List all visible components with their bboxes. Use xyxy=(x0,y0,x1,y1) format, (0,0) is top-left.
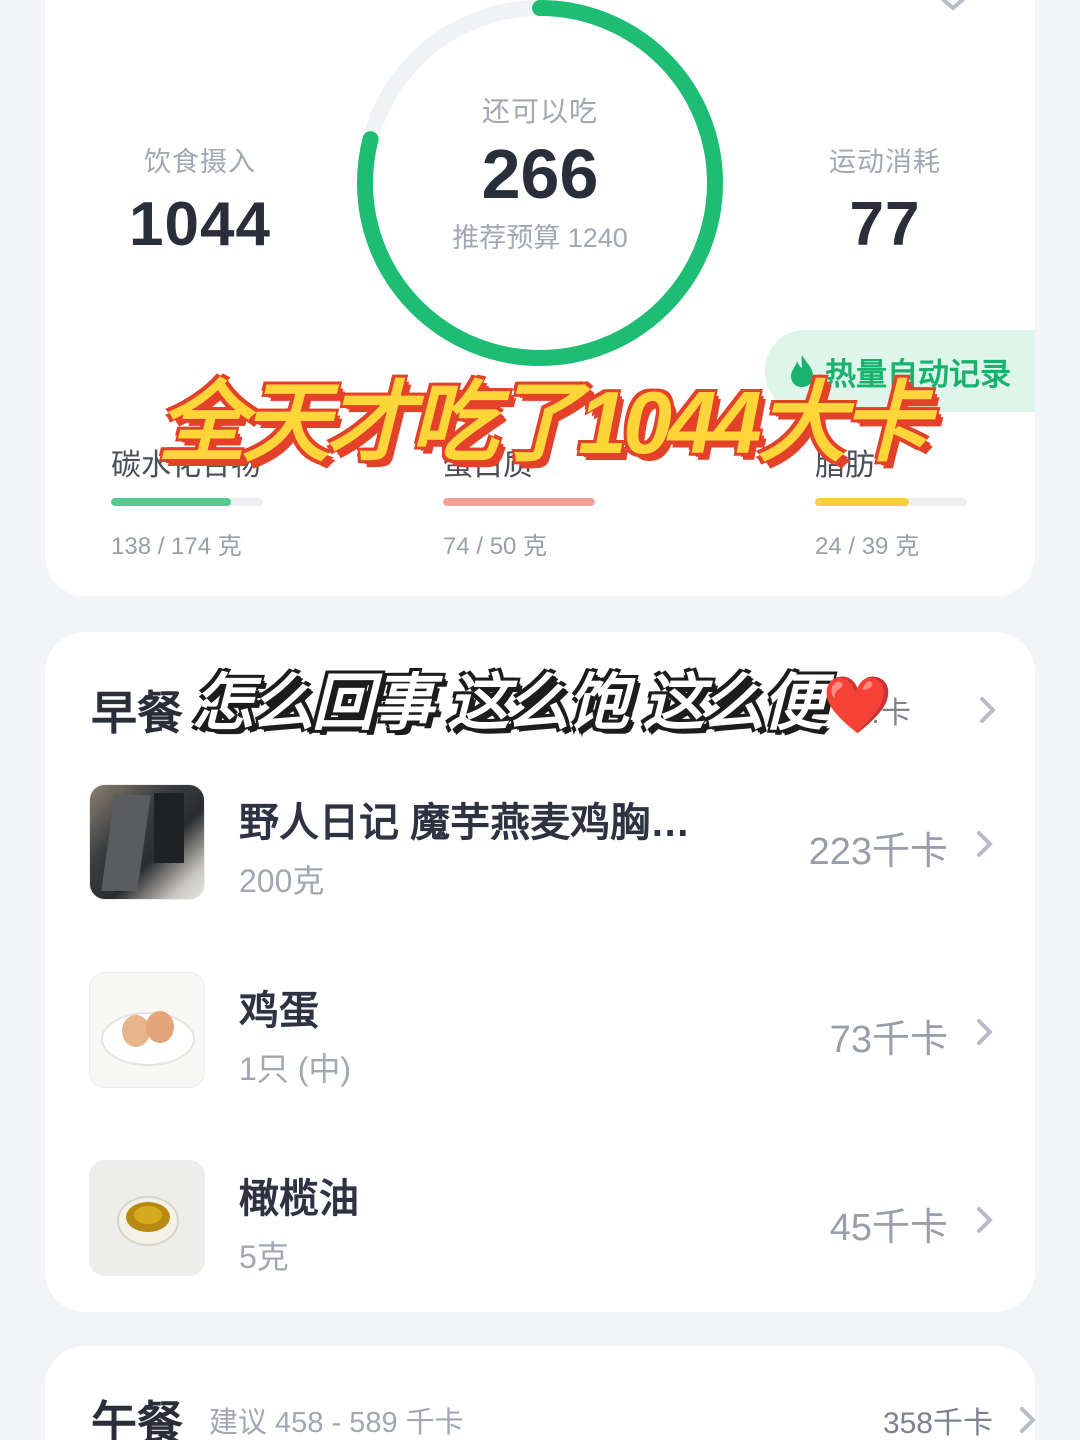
intake-label: 饮食摄入 xyxy=(144,147,256,177)
food-name: 野人日记 魔芋燕麦鸡胸… xyxy=(239,801,691,845)
summary-card: 饮食摄入 1044 还可以吃 266 推荐预算 1240 运动消耗 77 热量自… xyxy=(45,0,1035,596)
burn-label: 运动消耗 xyxy=(829,147,941,177)
food-kcal: 45千卡 xyxy=(829,1207,948,1249)
macro-protein-track xyxy=(443,498,595,506)
macro-fat-track xyxy=(815,498,967,506)
food-kcal: 223千卡 xyxy=(808,831,948,873)
macro-carbs-fill xyxy=(111,498,232,506)
intake-value: 1044 xyxy=(129,190,271,259)
lunch-header[interactable]: 午餐 建议 458 - 589 千卡 358千卡 xyxy=(91,1390,1036,1440)
close-icon[interactable] xyxy=(935,0,971,12)
lunch-card: 午餐 建议 458 - 589 千卡 358千卡 xyxy=(45,1346,1036,1440)
macro-protein-fill xyxy=(443,498,595,506)
subline-overlay: 怎么回事 这么饱 这么便❤️ xyxy=(192,652,992,742)
remaining-value: 266 xyxy=(481,135,599,213)
subline-text: 怎么回事 这么饱 这么便 xyxy=(192,669,824,738)
remaining-label: 还可以吃 xyxy=(481,96,598,127)
food-amount: 5克 xyxy=(239,1239,289,1275)
food-item[interactable]: 野人日记 魔芋燕麦鸡胸… 200克 223千卡 xyxy=(89,784,994,904)
food-amount: 200克 xyxy=(239,863,325,899)
macro-carbs-amount: 138 / 174 克 xyxy=(111,533,242,560)
food-name: 鸡蛋 xyxy=(239,989,319,1033)
chevron-right-icon xyxy=(977,1019,993,1045)
macro-fat-fill xyxy=(815,498,910,506)
intake-stat[interactable]: 饮食摄入 1044 xyxy=(105,140,295,260)
chevron-right-icon xyxy=(977,1207,993,1233)
budget-text: 推荐预算 1240 xyxy=(452,223,628,253)
chevron-right-icon xyxy=(1020,1407,1036,1433)
egg-thumb xyxy=(89,972,205,1088)
food-amount: 1只 (中) xyxy=(239,1051,352,1087)
lunch-suggest: 建议 458 - 589 千卡 xyxy=(209,1407,464,1439)
chevron-right-icon xyxy=(977,831,993,857)
lunch-title: 午餐 xyxy=(91,1397,183,1440)
packaged-food-thumb xyxy=(89,784,205,900)
food-name: 橄榄油 xyxy=(239,1177,359,1221)
food-item[interactable]: 橄榄油 5克 45千卡 xyxy=(89,1160,994,1280)
breakfast-title: 早餐 xyxy=(91,687,183,739)
food-kcal: 73千卡 xyxy=(829,1019,948,1061)
burn-stat[interactable]: 运动消耗 77 xyxy=(785,140,985,260)
food-item[interactable]: 鸡蛋 1只 (中) 73千卡 xyxy=(89,972,994,1092)
egg-illustration xyxy=(101,1011,195,1066)
heart-emoji: ❤️ xyxy=(822,673,892,736)
package-stripe xyxy=(101,795,151,891)
macro-protein-amount: 74 / 50 克 xyxy=(443,533,548,560)
olive-oil-thumb xyxy=(89,1160,205,1276)
package-label xyxy=(154,793,184,863)
remaining-calories[interactable]: 还可以吃 266 推荐预算 1240 xyxy=(400,90,680,255)
macro-carbs-track xyxy=(111,498,263,506)
macro-fat-amount: 24 / 39 克 xyxy=(815,533,920,560)
headline-overlay: 全天才吃了1044大卡 xyxy=(158,373,930,472)
oil-bowl-illustration xyxy=(117,1196,179,1246)
lunch-total: 358千卡 xyxy=(882,1407,993,1440)
burn-value: 77 xyxy=(849,190,921,259)
